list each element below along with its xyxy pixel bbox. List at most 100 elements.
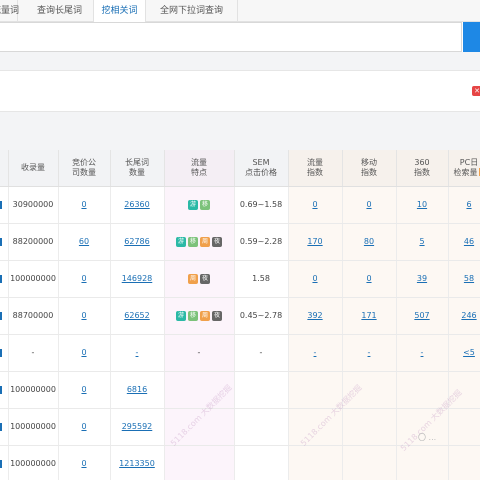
traffic-feature-badge: 周: [200, 236, 210, 247]
table-row: 100000000 0 146928 周夜 1.58 0 0 39 58: [0, 260, 480, 298]
column-header-label: 检索量: [453, 167, 478, 177]
index-count-cell: 30900000: [8, 186, 59, 224]
column-header-label: 指数: [414, 167, 430, 177]
close-icon[interactable]: ✕: [472, 86, 480, 96]
bid-company-count-link[interactable]: 0: [81, 200, 86, 209]
column-header[interactable]: PC日 检索量: [448, 150, 480, 187]
sem-price-cell: 0.69~1.58: [234, 186, 289, 224]
index-360-cell: -: [396, 334, 449, 372]
sem-price-cell: 0.45~2.78: [234, 297, 289, 335]
wechat-icon: 〇 ...: [418, 433, 437, 442]
column-header[interactable]: 流量 特点: [164, 150, 235, 187]
traffic-feature-empty: -: [197, 348, 201, 357]
column-header[interactable]: 竞价公 司数量: [58, 150, 111, 187]
bid-company-count-link[interactable]: 0: [81, 311, 86, 320]
row-marker-icon: [0, 200, 2, 209]
index-360-link[interactable]: 10: [417, 200, 427, 209]
pc-daily-search-link[interactable]: <5: [463, 348, 475, 357]
column-header-label: 数量: [129, 167, 145, 177]
bid-company-count-link[interactable]: 0: [81, 422, 86, 431]
column-header[interactable]: 收录量: [8, 150, 59, 187]
pc-daily-search-link[interactable]: 46: [464, 237, 474, 246]
column-header[interactable]: 流量 指数: [288, 150, 343, 187]
long-tail-count-link[interactable]: 62786: [124, 237, 149, 246]
tab-related-words[interactable]: 挖相关词: [94, 0, 146, 23]
index-360-cell: 5: [396, 223, 449, 261]
index-360-cell: 39: [396, 260, 449, 298]
traffic-index-link[interactable]: 0: [312, 200, 317, 209]
column-header[interactable]: 移动 指数: [342, 150, 397, 187]
bid-company-count-link[interactable]: 60: [79, 237, 89, 246]
traffic-index-link[interactable]: 0: [312, 274, 317, 283]
traffic-feature-badge: 夜: [212, 310, 222, 321]
traffic-index-cell: [288, 371, 343, 409]
long-tail-count-link[interactable]: 62652: [124, 311, 149, 320]
index-count-cell: 100000000: [8, 408, 59, 446]
long-tail-count-link[interactable]: 146928: [122, 274, 153, 283]
pc-daily-search-link[interactable]: 58: [464, 274, 474, 283]
traffic-index-link[interactable]: 392: [307, 311, 322, 320]
pc-daily-search-link[interactable]: 6: [466, 200, 471, 209]
tab-traffic-words[interactable]: 流量词: [0, 0, 19, 22]
bid-company-count-link[interactable]: 0: [81, 459, 86, 468]
column-header-label: 指数: [361, 167, 377, 177]
results-table: 收录量 竞价公 司数量 长尾词 数量 流量 特点 SEM 点击价格 流量 指数 移动 指数 360 指数 PC…: [0, 150, 480, 480]
bid-company-count-link[interactable]: 0: [81, 348, 86, 357]
row-marker-icon: [0, 348, 2, 357]
long-tail-count-link[interactable]: 6816: [127, 385, 147, 394]
traffic-feature-badge: 移: [188, 236, 198, 247]
tab-bar: 流量词 查询长尾词 挖相关词 全网下拉词查询: [0, 0, 480, 23]
pc-daily-search-link[interactable]: 246: [461, 311, 476, 320]
mobile-index-link[interactable]: 0: [366, 274, 371, 283]
table-row: 88700000 0 62652 游移周夜 0.45~2.78 392 171 507 246: [0, 297, 480, 335]
traffic-feature-cell: [164, 408, 235, 446]
index-count-cell: 88200000: [8, 223, 59, 261]
index-360-link[interactable]: -: [421, 348, 424, 357]
mobile-index-cell: 171: [342, 297, 397, 335]
row-marker-icon: [0, 311, 2, 320]
index-360-cell: 507: [396, 297, 449, 335]
traffic-feature-cell: 周夜: [164, 260, 235, 298]
column-header[interactable]: 360 指数: [396, 150, 449, 187]
pc-daily-search-cell: [448, 445, 480, 480]
long-tail-count-link[interactable]: 295592: [122, 422, 153, 431]
traffic-index-link[interactable]: -: [314, 348, 317, 357]
bid-company-count-link[interactable]: 0: [81, 274, 86, 283]
column-header-label: 指数: [307, 167, 323, 177]
row-marker-icon: [0, 422, 2, 431]
long-tail-count-cell: 62652: [110, 297, 165, 335]
mobile-index-link[interactable]: 171: [361, 311, 376, 320]
long-tail-count-link[interactable]: 1213350: [119, 459, 155, 468]
traffic-index-link[interactable]: 170: [307, 237, 322, 246]
column-header[interactable]: 长尾词 数量: [110, 150, 165, 187]
index-count-cell: 100000000: [8, 371, 59, 409]
traffic-index-cell: [288, 445, 343, 480]
bid-company-count-link[interactable]: 0: [81, 385, 86, 394]
long-tail-count-link[interactable]: -: [136, 348, 139, 357]
tab-dropdown-words[interactable]: 全网下拉词查询: [146, 0, 238, 22]
mobile-index-cell: 0: [342, 260, 397, 298]
traffic-feature-cell: 游移周夜: [164, 297, 235, 335]
bid-company-count-cell: 0: [58, 445, 111, 480]
index-360-link[interactable]: 39: [417, 274, 427, 283]
index-360-link[interactable]: 507: [414, 311, 429, 320]
search-input[interactable]: [0, 22, 462, 52]
traffic-feature-badge: 游: [176, 236, 186, 247]
traffic-index-cell: 0: [288, 260, 343, 298]
row-edge-marker: [0, 260, 9, 298]
index-count-cell: 100000000: [8, 445, 59, 480]
pc-daily-search-cell: [448, 371, 480, 409]
column-header[interactable]: SEM 点击价格: [234, 150, 289, 187]
mobile-index-link[interactable]: -: [368, 348, 371, 357]
header-edge-cell: [0, 150, 9, 187]
traffic-index-cell: 0: [288, 186, 343, 224]
traffic-feature-badge: 夜: [200, 273, 210, 284]
mobile-index-link[interactable]: 80: [364, 237, 374, 246]
traffic-index-cell: 392: [288, 297, 343, 335]
search-button[interactable]: [463, 22, 480, 52]
long-tail-count-link[interactable]: 26360: [124, 200, 149, 209]
mobile-index-link[interactable]: 0: [366, 200, 371, 209]
index-count-cell: 88700000: [8, 297, 59, 335]
index-360-link[interactable]: 5: [419, 237, 424, 246]
tab-long-tail-query[interactable]: 查询长尾词: [26, 0, 94, 22]
